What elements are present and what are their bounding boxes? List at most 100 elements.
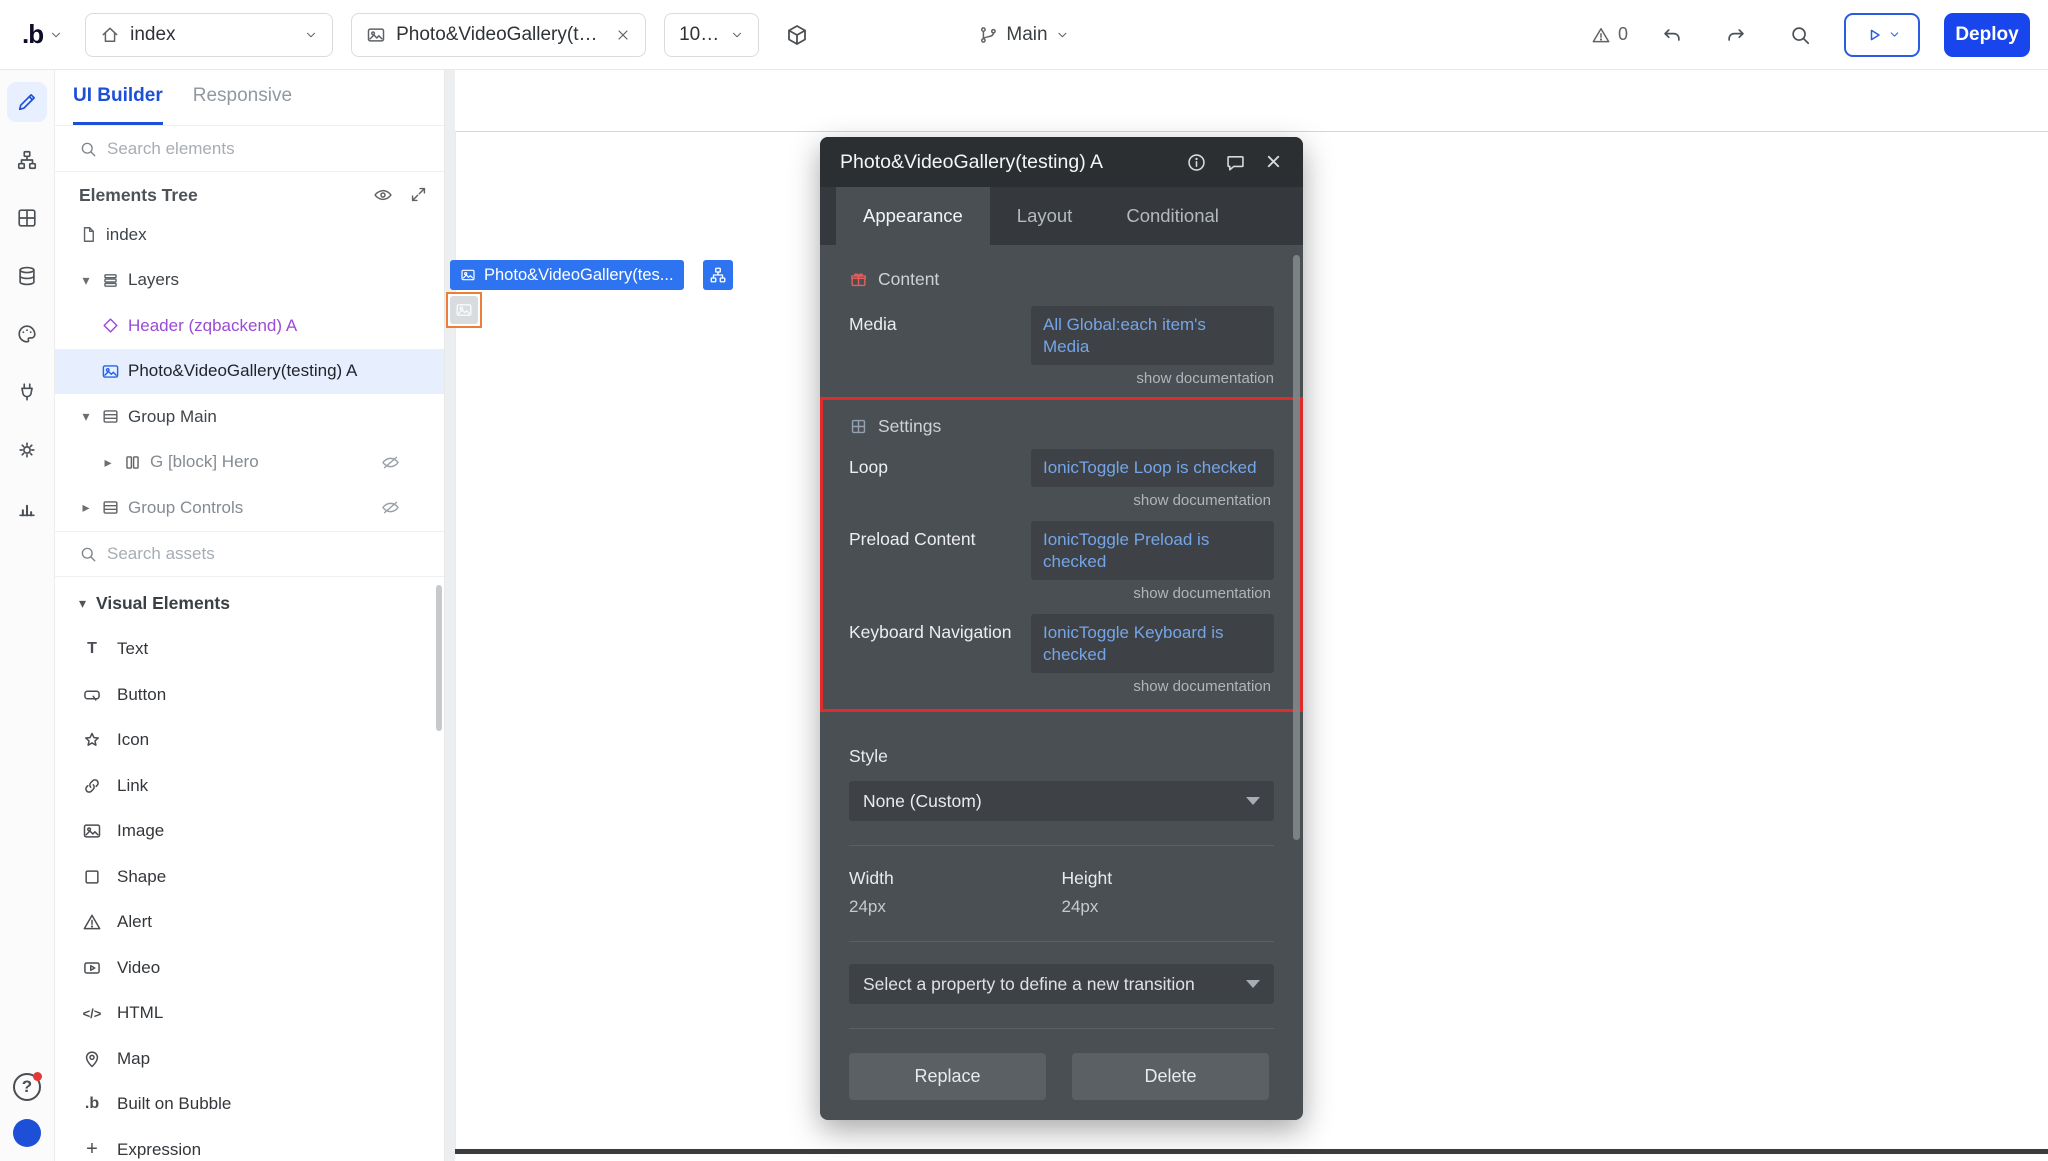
- visual-elements-header[interactable]: ▾ Visual Elements: [55, 581, 444, 627]
- loop-row: Loop IonicToggle Loop is checked: [849, 449, 1274, 487]
- tree-item-layers[interactable]: ▾ Layers: [55, 258, 444, 304]
- style-select[interactable]: None (Custom): [849, 781, 1274, 821]
- visual-element-image[interactable]: Image: [55, 809, 444, 855]
- visual-element-text[interactable]: T Text: [55, 627, 444, 673]
- styles-tab-icon[interactable]: [7, 314, 47, 354]
- zoom-selector[interactable]: 100%: [664, 13, 759, 57]
- chevron-right-icon[interactable]: ▸: [79, 499, 93, 516]
- tree-item-group-controls[interactable]: ▸ Group Controls: [55, 485, 444, 531]
- search-icon[interactable]: [1780, 15, 1820, 55]
- width-value: 24px: [849, 897, 1062, 917]
- preload-value[interactable]: IonicToggle Preload is checked: [1031, 521, 1274, 580]
- database-tab-icon[interactable]: [7, 256, 47, 296]
- close-icon[interactable]: [615, 27, 631, 43]
- issues-indicator[interactable]: 0: [1591, 24, 1628, 45]
- property-editor-titlebar[interactable]: Photo&VideoGallery(testing) A: [820, 137, 1303, 187]
- visual-element-built-on-bubble[interactable]: .b Built on Bubble: [55, 1082, 444, 1128]
- visual-element-label: Link: [117, 776, 148, 796]
- tree-item-label: G [block] Hero: [150, 452, 259, 472]
- help-button[interactable]: ?: [13, 1073, 41, 1101]
- chevron-right-icon[interactable]: ▸: [101, 454, 115, 471]
- show-documentation-link[interactable]: show documentation: [849, 678, 1274, 695]
- element-hierarchy-button[interactable]: [703, 260, 733, 290]
- tab-ui-builder[interactable]: UI Builder: [73, 70, 163, 125]
- tab-appearance[interactable]: Appearance: [836, 187, 990, 245]
- visual-element-label: Built on Bubble: [117, 1094, 231, 1114]
- show-documentation-link[interactable]: show documentation: [849, 492, 1274, 509]
- deploy-button[interactable]: Deploy: [1944, 13, 2030, 57]
- tab-responsive[interactable]: Responsive: [193, 70, 292, 125]
- undo-icon[interactable]: [1652, 15, 1692, 55]
- git-branch-icon: [978, 25, 998, 45]
- visual-element-shape[interactable]: Shape: [55, 854, 444, 900]
- visual-element-button[interactable]: Button: [55, 672, 444, 718]
- tree-item-index[interactable]: index: [55, 212, 444, 258]
- transition-select[interactable]: Select a property to define a new transi…: [849, 964, 1274, 1004]
- page-selector[interactable]: index: [85, 13, 333, 57]
- show-documentation-link[interactable]: show documentation: [849, 370, 1274, 387]
- design-tab-icon[interactable]: [7, 82, 47, 122]
- chevron-down-icon[interactable]: ▾: [79, 408, 93, 425]
- visual-element-html[interactable]: </> HTML: [55, 991, 444, 1037]
- component-cube-icon[interactable]: [777, 15, 817, 55]
- selected-element-badge[interactable]: Photo&VideoGallery(tes...: [450, 260, 684, 290]
- tree-item-header-reusable[interactable]: Header (zqbackend) A: [55, 303, 444, 349]
- eye-off-icon[interactable]: [381, 498, 400, 517]
- bubble-logo-menu[interactable]: .b: [18, 19, 67, 50]
- eye-icon[interactable]: [373, 185, 393, 205]
- visual-element-label: Video: [117, 958, 160, 978]
- user-avatar[interactable]: [13, 1119, 41, 1147]
- left-panel-scrollbar[interactable]: [436, 585, 442, 731]
- visual-element-map[interactable]: Map: [55, 1036, 444, 1082]
- page-icon: [79, 225, 98, 244]
- transition-section: Select a property to define a new transi…: [820, 964, 1303, 1004]
- components-tab-icon[interactable]: [7, 198, 47, 238]
- redo-icon[interactable]: [1716, 15, 1756, 55]
- workflow-tab-icon[interactable]: [7, 140, 47, 180]
- tree-item-label: Header (zqbackend) A: [128, 316, 297, 336]
- titlebar-actions: [1186, 152, 1283, 173]
- close-icon[interactable]: [1264, 152, 1283, 173]
- button-icon: [81, 685, 103, 705]
- page-selector-value: index: [130, 24, 294, 46]
- visual-element-icon[interactable]: Icon: [55, 718, 444, 764]
- tree-item-photo-video-gallery[interactable]: Photo&VideoGallery(testing) A: [55, 349, 444, 395]
- visual-element-label: Alert: [117, 912, 152, 932]
- page-bottom-edge[interactable]: [455, 1149, 2048, 1154]
- star-icon: [81, 730, 103, 750]
- comment-icon[interactable]: [1225, 152, 1246, 173]
- tab-layout[interactable]: Layout: [990, 187, 1100, 245]
- property-editor-scrollbar[interactable]: [1293, 255, 1300, 840]
- tree-item-group-main[interactable]: ▾ Group Main: [55, 394, 444, 440]
- visual-element-alert[interactable]: Alert: [55, 900, 444, 946]
- loop-value[interactable]: IonicToggle Loop is checked: [1031, 449, 1274, 487]
- show-documentation-link[interactable]: show documentation: [849, 585, 1274, 602]
- dropdown-caret-icon: [1246, 980, 1260, 988]
- keyboard-navigation-value[interactable]: IonicToggle Keyboard is checked: [1031, 614, 1274, 673]
- tab-conditional[interactable]: Conditional: [1099, 187, 1246, 245]
- settings-tab-icon[interactable]: [7, 430, 47, 470]
- search-elements-input[interactable]: [107, 139, 428, 159]
- preview-button[interactable]: [1844, 13, 1920, 57]
- info-icon[interactable]: [1186, 152, 1207, 173]
- plugins-tab-icon[interactable]: [7, 372, 47, 412]
- image-icon: [101, 362, 120, 381]
- replace-button[interactable]: Replace: [849, 1053, 1046, 1100]
- sitemap-icon: [709, 266, 727, 284]
- layers-icon: [101, 271, 120, 290]
- media-value[interactable]: All Global:each item's Media: [1031, 306, 1274, 365]
- expand-icon[interactable]: [409, 185, 428, 205]
- visual-element-link[interactable]: Link: [55, 763, 444, 809]
- image-placeholder-icon: [450, 296, 478, 324]
- visual-element-video[interactable]: Video: [55, 945, 444, 991]
- gallery-element[interactable]: [446, 292, 482, 328]
- chevron-down-icon[interactable]: ▾: [79, 272, 93, 289]
- tree-item-g-block-hero[interactable]: ▸ G [block] Hero: [55, 440, 444, 486]
- element-selector[interactable]: Photo&VideoGallery(testin...: [351, 13, 646, 57]
- delete-button[interactable]: Delete: [1072, 1053, 1269, 1100]
- branch-selector[interactable]: Main: [978, 0, 1069, 70]
- search-assets-input[interactable]: [107, 544, 428, 564]
- add-expression[interactable]: + Expression: [55, 1127, 444, 1161]
- eye-off-icon[interactable]: [381, 453, 400, 472]
- logs-tab-icon[interactable]: [7, 488, 47, 528]
